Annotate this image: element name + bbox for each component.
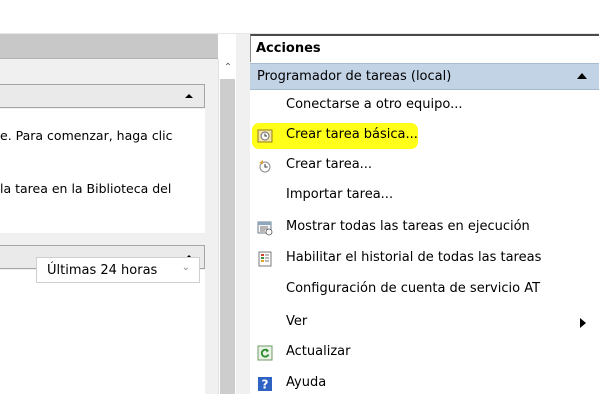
action-label: Configuración de cuenta de servicio AT [286, 281, 541, 296]
action-label: Mostrar todas las tareas en ejecución [286, 219, 530, 234]
time-range-dropdown[interactable]: Últimas 24 horas ⌄ [36, 257, 200, 283]
left-pane-header [0, 34, 218, 59]
action-create-basic-task[interactable]: Crear tarea básica... [250, 122, 599, 150]
action-create-task[interactable]: Crear tarea... [250, 152, 599, 180]
action-show-running-tasks[interactable]: Mostrar todas las tareas en ejecución [250, 214, 599, 242]
action-label: Importar tarea... [286, 187, 394, 202]
action-label: Ayuda [286, 375, 327, 390]
actions-title: Acciones [256, 41, 321, 56]
action-import-task[interactable]: Importar tarea... [250, 182, 599, 210]
action-refresh[interactable]: Actualizar [250, 339, 599, 367]
action-label: Crear tarea... [286, 157, 373, 172]
action-label: Actualizar [286, 344, 351, 359]
summary-text-line-1: e. Para comenzar, haga clic [0, 128, 173, 143]
collapse-group-icon[interactable] [577, 73, 587, 79]
actions-pane: Acciones Programador de tareas (local) C… [250, 34, 599, 394]
summary-text-line-2: la tarea en la Biblioteca del [0, 181, 172, 196]
action-connect-computer[interactable]: Conectarse a otro equipo... [250, 92, 599, 120]
history-icon [257, 251, 273, 267]
refresh-icon [257, 345, 273, 361]
action-at-service-account[interactable]: Configuración de cuenta de servicio AT [250, 276, 599, 304]
basic-task-wizard-icon [257, 128, 273, 144]
help-icon: ? [257, 376, 273, 392]
top-strip [0, 0, 599, 34]
chevron-down-icon: ⌄ [181, 262, 190, 273]
task-scheduler-group-header[interactable]: Programador de tareas (local) [250, 63, 599, 90]
running-tasks-icon [257, 220, 273, 236]
action-label: Ver [286, 314, 308, 329]
summary-section-body: e. Para comenzar, haga clic la tarea en … [0, 109, 205, 233]
submenu-arrow-icon [580, 318, 586, 328]
action-label: Habilitar el historial de todas las tare… [286, 250, 542, 265]
collapse-section-icon[interactable] [185, 94, 193, 98]
group-label: Programador de tareas (local) [257, 69, 452, 84]
summary-section-header[interactable] [0, 84, 205, 108]
scroll-up-icon[interactable]: ⌃ [219, 59, 237, 77]
scrollbar-thumb[interactable] [220, 79, 235, 394]
left-pane: e. Para comenzar, haga clic la tarea en … [0, 34, 218, 394]
action-view-menu[interactable]: Ver [250, 309, 599, 337]
action-enable-history[interactable]: Habilitar el historial de todas las tare… [250, 245, 599, 273]
time-range-value: Últimas 24 horas [47, 263, 158, 278]
action-label: Conectarse a otro equipo... [286, 97, 463, 112]
left-pane-scrollbar[interactable]: ⌃ [218, 59, 236, 394]
status-section-body [0, 270, 205, 394]
action-help[interactable]: ? Ayuda [250, 370, 599, 394]
create-task-icon [257, 158, 273, 174]
actions-title-bar: Acciones [250, 34, 599, 62]
action-label: Crear tarea básica... [286, 127, 418, 142]
pane-splitter[interactable] [236, 34, 250, 394]
svg-text:?: ? [262, 378, 269, 392]
